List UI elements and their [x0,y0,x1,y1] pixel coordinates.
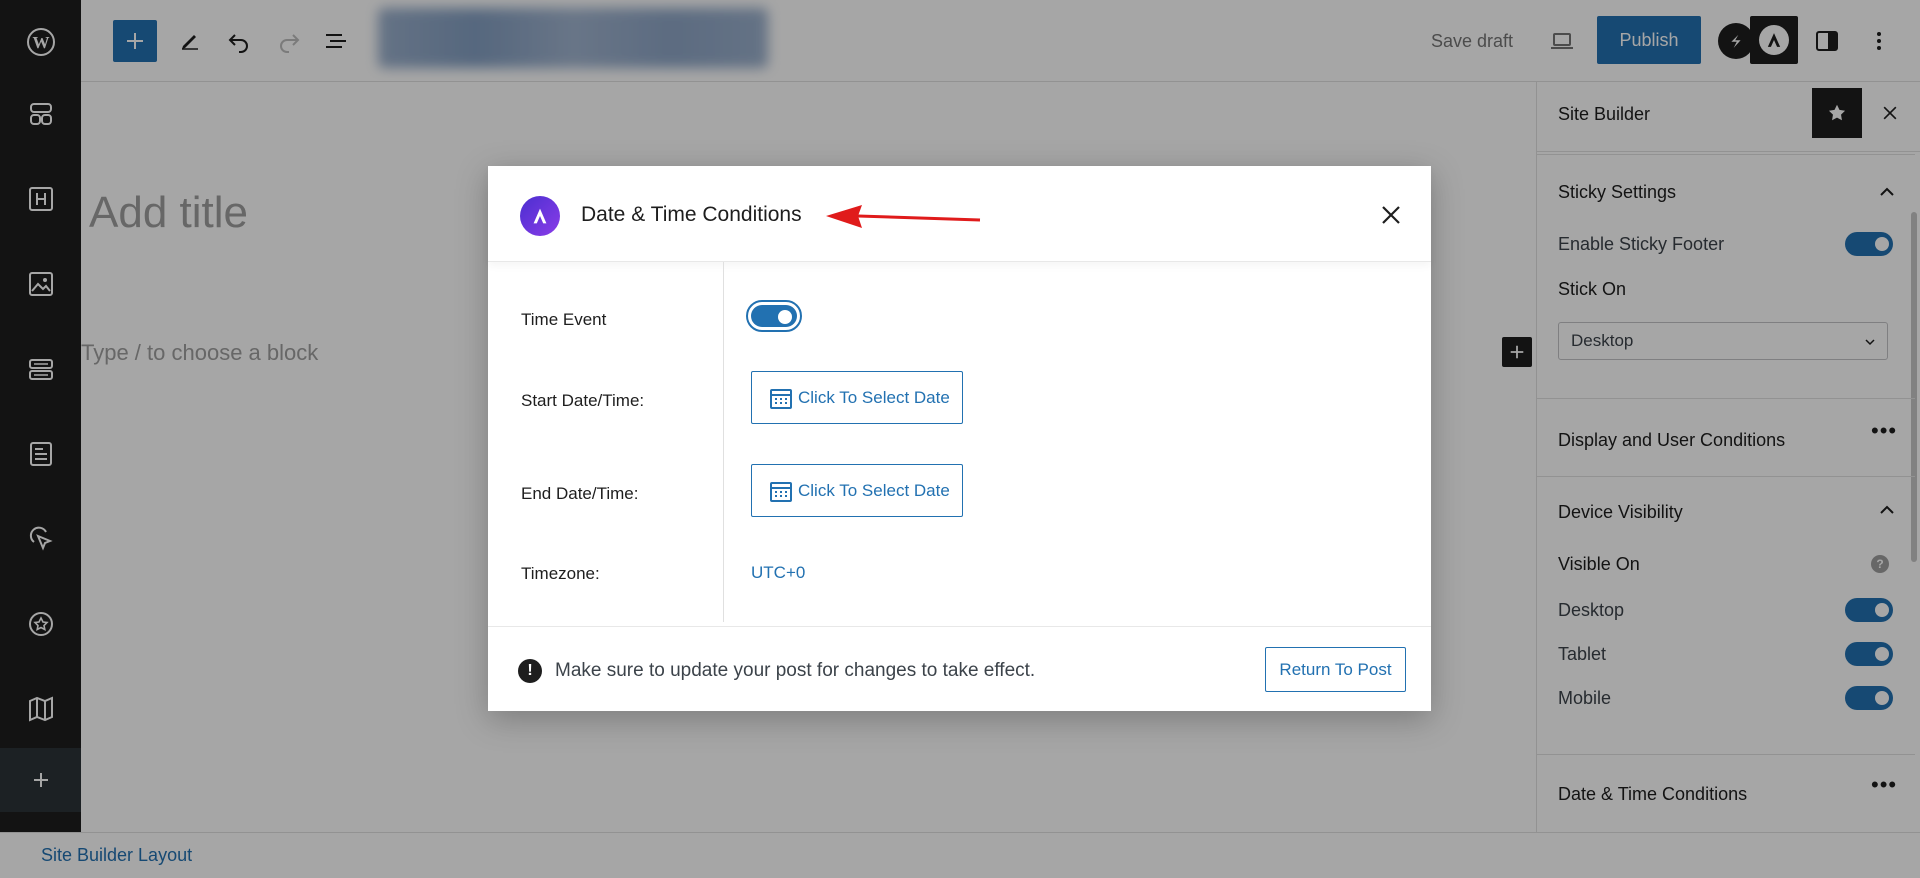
calendar-icon [770,481,792,502]
timezone-value[interactable]: UTC+0 [751,563,805,583]
time-event-label: Time Event [521,310,607,329]
column-divider [723,262,724,622]
annotation-arrow [826,205,981,228]
start-date-button[interactable]: Click To Select Date [751,371,963,424]
astra-logo-icon [520,196,560,236]
close-icon[interactable] [1376,200,1406,230]
footer-note: Make sure to update your post for change… [555,660,1036,681]
modal-title: Date & Time Conditions [581,203,802,226]
return-to-post-button[interactable]: Return To Post [1265,647,1406,692]
calendar-icon [770,388,792,409]
end-date-button-label: Click To Select Date [798,480,950,500]
time-event-toggle[interactable] [746,300,802,332]
modal-footer: ! Make sure to update your post for chan… [488,626,1431,711]
end-date-label: End Date/Time: [521,484,639,503]
alert-icon: ! [518,659,542,683]
start-date-label: Start Date/Time: [521,391,645,410]
start-date-button-label: Click To Select Date [798,387,950,407]
end-date-button[interactable]: Click To Select Date [751,464,963,517]
timezone-label: Timezone: [521,564,600,583]
date-time-conditions-modal: Date & Time Conditions Time Event Start … [488,166,1431,711]
